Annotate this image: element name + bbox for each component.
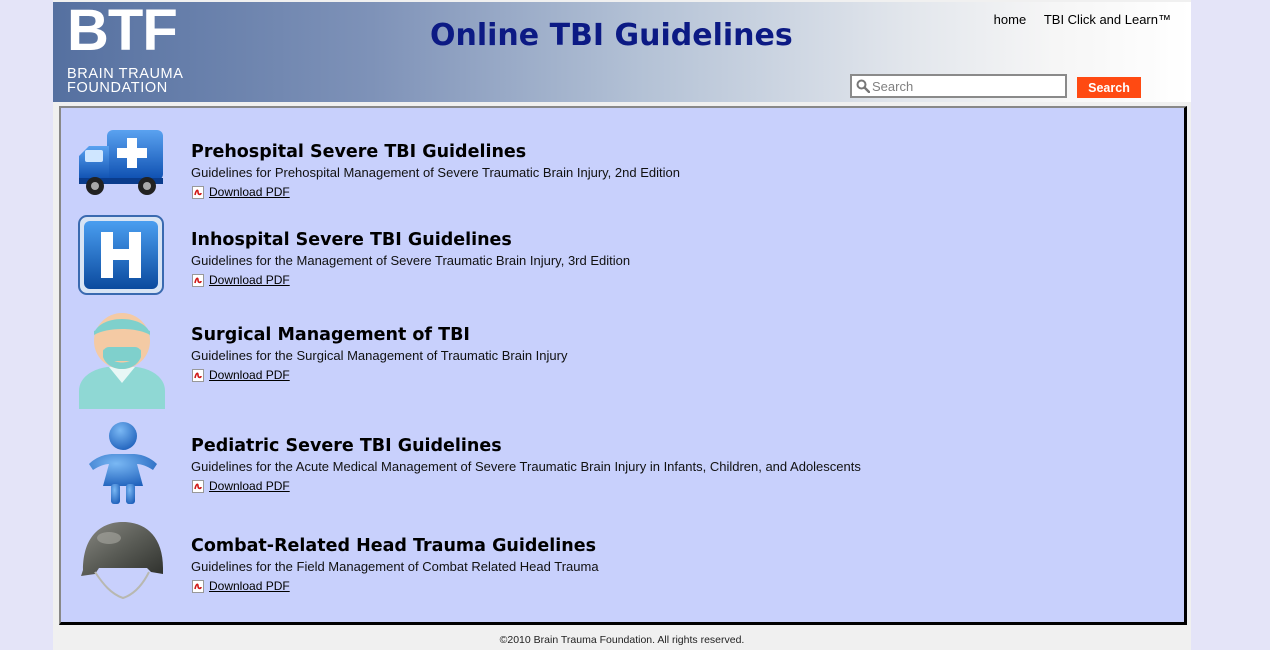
- guideline-item-prehospital: Prehospital Severe TBI Guidelines Guidel…: [61, 124, 1161, 214]
- download-pdf-row: Download PDF: [192, 579, 290, 593]
- footer-copyright: ©2010 Brain Trauma Foundation. All right…: [499, 634, 745, 646]
- download-pdf-row: Download PDF: [192, 185, 290, 199]
- search-field[interactable]: [850, 74, 1067, 98]
- top-nav: home TBI Click and Learn™: [980, 12, 1171, 27]
- pdf-icon: [192, 479, 204, 493]
- nav-tbi-click-learn-link[interactable]: TBI Click and Learn™: [1044, 12, 1171, 27]
- download-pdf-link[interactable]: Download PDF: [209, 579, 290, 593]
- ambulance-icon[interactable]: [77, 126, 167, 200]
- guideline-title[interactable]: Prehospital Severe TBI Guidelines: [191, 142, 526, 162]
- guideline-description: Guidelines for the Acute Medical Managem…: [191, 459, 861, 474]
- logo-text: BTF: [67, 0, 178, 63]
- guideline-title[interactable]: Inhospital Severe TBI Guidelines: [191, 230, 512, 250]
- download-pdf-link[interactable]: Download PDF: [209, 479, 290, 493]
- search-icon: [856, 79, 870, 93]
- download-pdf-row: Download PDF: [192, 479, 290, 493]
- guideline-description: Guidelines for the Management of Severe …: [191, 253, 631, 268]
- surgeon-icon[interactable]: [77, 307, 167, 409]
- download-pdf-link[interactable]: Download PDF: [209, 273, 290, 287]
- guidelines-panel: Prehospital Severe TBI Guidelines Guidel…: [59, 106, 1187, 625]
- guideline-title[interactable]: Combat-Related Head Trauma Guidelines: [191, 536, 596, 556]
- guideline-description: Guidelines for the Surgical Management o…: [191, 348, 568, 363]
- helmet-icon[interactable]: [77, 518, 167, 608]
- guideline-title[interactable]: Surgical Management of TBI: [191, 325, 470, 345]
- search-input[interactable]: [872, 78, 1060, 94]
- guideline-description: Guidelines for Prehospital Management of…: [191, 165, 680, 180]
- guideline-item-inhospital: Inhospital Severe TBI Guidelines Guideli…: [61, 212, 1161, 302]
- child-icon[interactable]: [77, 420, 167, 508]
- guideline-item-pediatric: Pediatric Severe TBI Guidelines Guidelin…: [61, 418, 1161, 512]
- download-pdf-row: Download PDF: [192, 368, 290, 382]
- btf-logo[interactable]: BTF BRAIN TRAUMA FOUNDATION: [67, 0, 184, 98]
- hospital-icon[interactable]: [77, 214, 167, 296]
- pdf-icon: [192, 185, 204, 199]
- logo-line-2: FOUNDATION: [67, 80, 168, 96]
- guideline-item-combat: Combat-Related Head Trauma Guidelines Gu…: [61, 518, 1161, 612]
- nav-home-link[interactable]: home: [994, 12, 1027, 27]
- guideline-title[interactable]: Pediatric Severe TBI Guidelines: [191, 436, 502, 456]
- pdf-icon: [192, 368, 204, 382]
- logo-line-1: BRAIN TRAUMA: [67, 66, 184, 82]
- download-pdf-row: Download PDF: [192, 273, 290, 287]
- site-header: BTF BRAIN TRAUMA FOUNDATION Online TBI G…: [53, 0, 1191, 102]
- download-pdf-link[interactable]: Download PDF: [209, 368, 290, 382]
- download-pdf-link[interactable]: Download PDF: [209, 185, 290, 199]
- page-container: BTF BRAIN TRAUMA FOUNDATION Online TBI G…: [53, 0, 1191, 650]
- guideline-description: Guidelines for the Field Management of C…: [191, 559, 599, 574]
- search-button[interactable]: Search: [1077, 77, 1141, 98]
- guideline-item-surgical: Surgical Management of TBI Guidelines fo…: [61, 307, 1161, 411]
- pdf-icon: [192, 579, 204, 593]
- page-title: Online TBI Guidelines: [430, 18, 793, 53]
- pdf-icon: [192, 273, 204, 287]
